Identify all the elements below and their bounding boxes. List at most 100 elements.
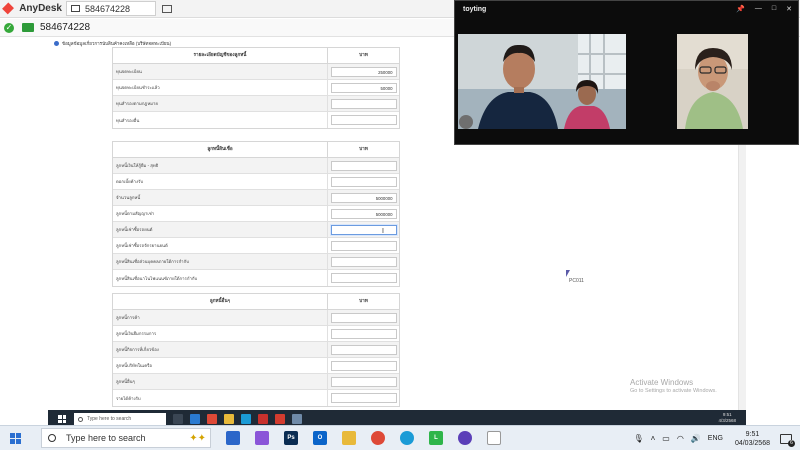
volume-icon[interactable]: 🔊	[691, 434, 701, 443]
table-row: ลูกหนี้กิจการที่เกี่ยวข้อง	[113, 342, 399, 358]
anydesk-icon[interactable]	[292, 414, 302, 424]
remote-clock[interactable]: 9:51 4/3/2568	[718, 412, 736, 424]
start-icon[interactable]	[10, 432, 21, 444]
table-row: ทุนจดทะเบียนชำระแล้ว 50000	[113, 80, 399, 96]
amount-input[interactable]	[330, 98, 397, 109]
amount-input[interactable]	[330, 273, 397, 283]
amount-input-focused[interactable]	[330, 224, 397, 235]
session-tab-label: 584674228	[85, 3, 131, 14]
maximize-button[interactable]: □	[772, 5, 776, 13]
amount-input[interactable]: 250000	[330, 66, 397, 77]
chevron-up-icon[interactable]: ˄	[651, 434, 656, 443]
file-explorer-icon[interactable]	[342, 431, 356, 445]
amount-input[interactable]	[330, 115, 397, 125]
table-header: ลูกหนี้สินเชื่อ บาท	[113, 142, 399, 158]
amount-input[interactable]: 5000000	[330, 192, 397, 203]
photoshop-icon[interactable]: Ps	[284, 431, 298, 445]
amount-input[interactable]	[330, 344, 397, 355]
host-taskbar: Type here to search ✦✦ Ps O L 🎙 ˄ ▭ ◠ 🔊 …	[0, 425, 800, 450]
section-loan-receivables-table: ลูกหนี้สินเชื่อ บาท ลูกหนี้เงินให้กู้ยืม…	[112, 141, 400, 287]
host-search-box[interactable]: Type here to search ✦✦	[41, 428, 211, 448]
amount-input[interactable]	[330, 256, 397, 267]
amount-input[interactable]	[330, 376, 397, 387]
table-header: ลูกหนี้อื่นๆ บาท	[113, 294, 399, 310]
pin-icon[interactable]: 📌	[736, 5, 745, 13]
notification-icon[interactable]: 6	[780, 433, 795, 447]
table-row: ทุนจดทะเบียน 250000	[113, 64, 399, 80]
connected-check-icon: ✓	[4, 22, 14, 33]
video-call-title: toyting	[463, 6, 487, 13]
copilot-icon[interactable]	[255, 431, 269, 445]
search-icon	[78, 416, 83, 422]
section-equity-table: รายละเอียดบัญชีของลูกหนี้ บาท ทุนจดทะเบี…	[112, 47, 400, 129]
notepad-icon[interactable]	[487, 431, 501, 445]
monitor-icon	[71, 5, 80, 12]
search-icon	[48, 434, 56, 442]
sparkle-icon: ✦✦	[189, 432, 206, 444]
system-tray: 🎙 ˄ ▭ ◠ 🔊 ENG 9:51 04/03/2568 6	[633, 426, 800, 451]
file-explorer-icon[interactable]	[224, 414, 234, 424]
task-view-icon[interactable]	[226, 431, 240, 445]
table-row: ดอกเบี้ยค้างรับ	[113, 174, 399, 190]
section-other-receivables-table: ลูกหนี้อื่นๆ บาท ลูกหนี้การค้า ลูกหนี้เง…	[112, 293, 400, 407]
battery-icon[interactable]: ▭	[662, 434, 670, 443]
remote-search-box[interactable]: Type here to search	[74, 413, 166, 425]
amount-input[interactable]	[330, 176, 397, 187]
table-row: ทุนสำรองอื่น	[113, 112, 399, 128]
language-indicator[interactable]: ENG	[708, 435, 723, 442]
video-call-window[interactable]: toyting 📌 — □ ✕	[454, 0, 799, 145]
page-info-icon	[54, 41, 59, 46]
new-session-icon[interactable]	[162, 4, 172, 13]
form-page-title: ข้อมูลข้อมูลเกี่ยวการนับสินค้าคงเหลือ (บ…	[54, 40, 171, 47]
anydesk-logo-icon	[2, 2, 15, 15]
table-row: จำนวนลูกหนี้ 5000000	[113, 190, 399, 206]
host-clock[interactable]: 9:51 04/03/2568	[735, 430, 770, 448]
video-call-controls: 📌 — □ ✕	[736, 5, 792, 13]
remote-pointer-icon	[566, 270, 570, 277]
table-row: ลูกหนี้อื่นๆ	[113, 374, 399, 390]
table-row: ลูกหนี้การค้า	[113, 310, 399, 326]
table-row: ลูกหนี้บริษัทในเครือ	[113, 358, 399, 374]
amount-input[interactable]	[330, 328, 397, 339]
table-row: ลูกหนี้สินเชื่อนาโนไฟแนนซ์ภายใต้การกำกับ	[113, 270, 399, 286]
chrome-icon[interactable]	[371, 431, 385, 445]
close-button[interactable]: ✕	[786, 5, 792, 13]
table-header: รายละเอียดบัญชีของลูกหนี้ บาท	[113, 48, 399, 64]
microphone-icon[interactable]: 🎙	[633, 434, 643, 443]
table-row: รายได้ค้างรับ	[113, 390, 399, 406]
activate-windows-watermark: Activate Windows Go to Settings to activ…	[630, 378, 717, 394]
app-icon[interactable]	[258, 414, 268, 424]
remote-address: 584674228	[40, 22, 91, 33]
amount-input[interactable]	[330, 240, 397, 251]
remote-screen-icon[interactable]	[22, 23, 34, 32]
participant-video-image	[458, 34, 626, 129]
amount-input[interactable]	[330, 312, 397, 323]
amount-input[interactable]: 50000	[330, 82, 397, 93]
outlook-icon[interactable]: O	[313, 431, 327, 445]
participant-video-main	[458, 34, 626, 129]
table-row: ลูกหนี้เช่าซื้อรถจักรยานยนต์	[113, 238, 399, 254]
amount-input[interactable]	[330, 393, 397, 403]
app-icon[interactable]	[275, 414, 285, 424]
edge-icon[interactable]	[241, 414, 251, 424]
table-row: ทุนสำรองตามกฎหมาย	[113, 96, 399, 112]
table-row: ลูกหนี้ตามสัญญาเช่า 5000000	[113, 206, 399, 222]
remote-pointer-label: PC011	[569, 278, 584, 284]
table-row: ลูกหนี้เช่าซื้อรถยนต์	[113, 222, 399, 238]
table-row: ลูกหนี้สินเชื่อส่วนบุคคลภายใต้การกำกับ	[113, 254, 399, 270]
amount-input[interactable]	[330, 360, 397, 371]
task-view-icon[interactable]	[173, 414, 183, 424]
amount-input[interactable]: 5000000	[330, 208, 397, 219]
anydesk-logo[interactable]: AnyDesk	[0, 2, 62, 15]
edge-icon[interactable]	[400, 431, 414, 445]
firefox-icon[interactable]	[458, 431, 472, 445]
minimize-button[interactable]: —	[755, 5, 762, 13]
amount-input[interactable]	[330, 160, 397, 171]
browser-icon[interactable]	[190, 414, 200, 424]
chrome-icon[interactable]	[207, 414, 217, 424]
session-tab[interactable]: 584674228	[66, 1, 156, 16]
line-icon[interactable]: L	[429, 431, 443, 445]
remote-start-icon[interactable]	[58, 415, 66, 423]
wifi-icon[interactable]: ◠	[677, 434, 684, 443]
table-row: ลูกหนี้เงินให้กู้ยืม - สุทธิ	[113, 158, 399, 174]
